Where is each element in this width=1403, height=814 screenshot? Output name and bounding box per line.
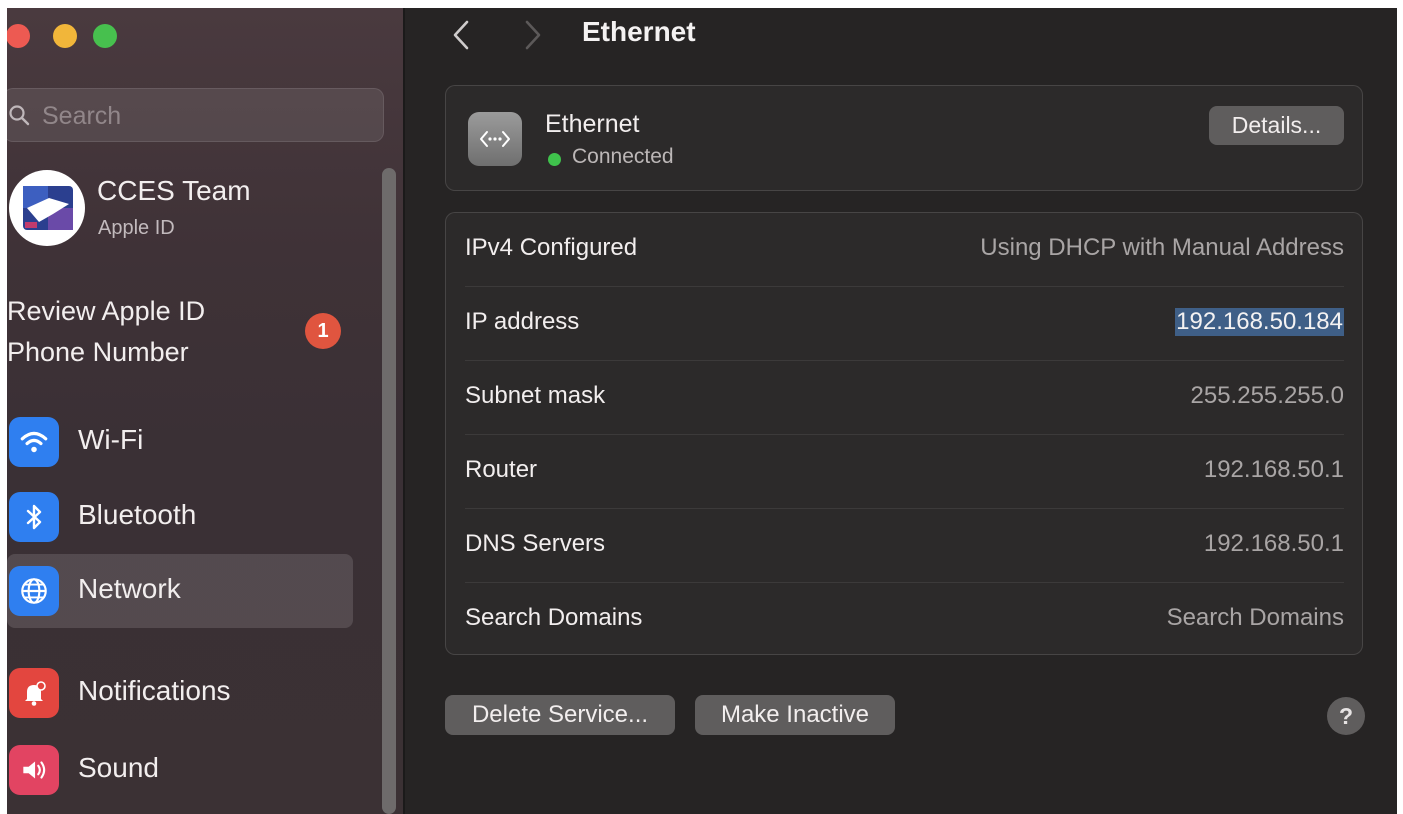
info-value[interactable]: 192.168.50.1	[1204, 530, 1344, 558]
forward-chevron-icon[interactable]	[521, 18, 545, 52]
make-inactive-button[interactable]: Make Inactive	[695, 695, 895, 735]
apple-id-account[interactable]: CCES Team Apple ID	[7, 168, 387, 248]
review-line-2: Phone Number	[7, 337, 189, 367]
info-row-ip-address: IP address 192.168.50.184	[465, 287, 1344, 361]
info-label: IP address	[465, 308, 580, 335]
main-pane: Ethernet Ethernet Connected Details... I…	[405, 8, 1397, 814]
search-icon	[9, 105, 30, 126]
info-row-search-domains: Search Domains Search Domains	[465, 583, 1344, 657]
search-input[interactable]	[40, 97, 364, 135]
info-label: IPv4 Configured	[465, 234, 638, 261]
info-value-selected[interactable]: 192.168.50.184	[1175, 308, 1344, 336]
sidebar: CCES Team Apple ID Review Apple ID Phone…	[7, 8, 403, 814]
status-indicator	[548, 153, 561, 166]
zoom-window-button[interactable]	[93, 24, 117, 48]
service-name: Ethernet	[545, 110, 640, 138]
info-label: Search Domains	[465, 604, 643, 631]
info-value[interactable]: Search Domains	[1167, 604, 1344, 632]
sidebar-item-label: Wi-Fi	[78, 424, 144, 455]
bluetooth-icon	[9, 492, 59, 542]
sidebar-item-label: Notifications	[78, 675, 231, 706]
info-label: Subnet mask	[465, 382, 606, 409]
ethernet-icon	[468, 112, 522, 166]
bell-icon	[9, 668, 59, 718]
system-settings-window: CCES Team Apple ID Review Apple ID Phone…	[7, 8, 1397, 814]
info-value[interactable]: Using DHCP with Manual Address	[980, 234, 1344, 262]
account-subtitle: Apple ID	[98, 217, 175, 239]
sidebar-item-bluetooth[interactable]: Bluetooth	[7, 480, 353, 554]
search-field[interactable]	[7, 88, 384, 142]
network-info-panel: IPv4 Configured Using DHCP with Manual A…	[445, 212, 1363, 655]
review-apple-id-notice[interactable]: Review Apple ID Phone Number 1	[7, 291, 357, 373]
details-button[interactable]: Details...	[1209, 106, 1344, 145]
minimize-window-button[interactable]	[53, 24, 77, 48]
avatar	[9, 170, 85, 246]
info-value[interactable]: 192.168.50.1	[1204, 456, 1344, 484]
sidebar-item-label: Sound	[78, 752, 159, 783]
info-row-router: Router 192.168.50.1	[465, 435, 1344, 509]
connection-status: Connected	[572, 145, 674, 168]
close-window-button[interactable]	[7, 24, 30, 48]
sidebar-item-sound[interactable]: Sound	[7, 733, 353, 807]
sidebar-item-label: Network	[78, 573, 181, 604]
speaker-icon	[9, 745, 59, 795]
info-row-subnet-mask: Subnet mask 255.255.255.0	[465, 361, 1344, 435]
account-name: CCES Team	[97, 175, 251, 206]
info-label: Router	[465, 456, 538, 483]
globe-icon	[9, 566, 59, 616]
wifi-icon	[9, 417, 59, 467]
ethernet-service-card: Ethernet Connected Details...	[445, 85, 1363, 191]
info-row-ipv4: IPv4 Configured Using DHCP with Manual A…	[465, 213, 1344, 287]
sidebar-item-network[interactable]: Network	[7, 554, 353, 628]
notification-badge: 1	[305, 313, 341, 349]
info-value[interactable]: 255.255.255.0	[1191, 382, 1344, 410]
sidebar-scrollbar[interactable]	[382, 168, 396, 814]
info-row-dns-servers: DNS Servers 192.168.50.1	[465, 509, 1344, 583]
info-label: DNS Servers	[465, 530, 606, 557]
sidebar-item-label: Bluetooth	[78, 499, 197, 530]
help-button[interactable]: ?	[1327, 697, 1365, 735]
page-title: Ethernet	[582, 16, 696, 47]
sidebar-item-notifications[interactable]: Notifications	[7, 656, 353, 730]
back-chevron-icon[interactable]	[449, 18, 473, 52]
sidebar-item-wifi[interactable]: Wi-Fi	[7, 405, 353, 479]
delete-service-button[interactable]: Delete Service...	[445, 695, 675, 735]
